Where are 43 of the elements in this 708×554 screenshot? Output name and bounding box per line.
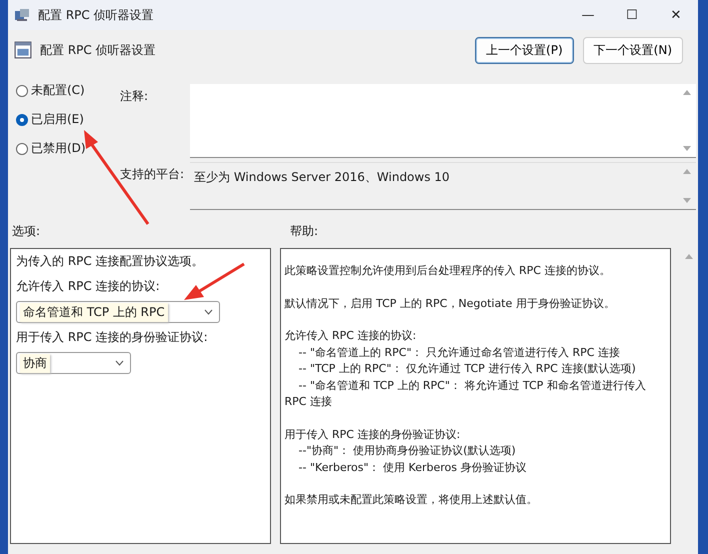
scroll-down-icon[interactable]: [683, 146, 691, 151]
policy-title: 配置 RPC 侦听器设置: [40, 42, 157, 58]
close-button[interactable]: ✕: [654, 8, 698, 22]
scroll-up-icon[interactable]: [683, 90, 691, 95]
policy-icon: [14, 41, 32, 59]
help-text: 用于传入 RPC 连接的身份验证协议:: [284, 426, 462, 442]
app-icon: [14, 7, 30, 23]
radio-label[interactable]: 已禁用(D): [31, 140, 86, 157]
platform-field: 至少为 Windows Server 2016、Windows 10: [190, 162, 696, 210]
radio-button[interactable]: [16, 142, 28, 154]
options-label: 选项:: [12, 222, 42, 240]
help-text: 允许传入 RPC 连接的协议:: [284, 328, 418, 344]
scroll-up-icon[interactable]: [683, 169, 691, 174]
radio-label[interactable]: 未配置(C): [31, 82, 85, 99]
scroll-down-icon[interactable]: [683, 198, 691, 203]
radio-label[interactable]: 已启用(E): [31, 111, 84, 128]
window-title: 配置 RPC 侦听器设置: [38, 6, 155, 24]
help-text: -- "Kerberos"： 使用 Kerberos 身份验证协议: [298, 460, 528, 476]
platform-label: 支持的平台:: [120, 166, 186, 183]
dropdown[interactable]: 命名管道和 TCP 上的 RPC: [16, 301, 220, 323]
option-text: 允许传入 RPC 连接的协议:: [16, 278, 160, 295]
option-text: 为传入的 RPC 连接配置协议选项。: [16, 253, 204, 270]
help-text: --"协商"： 使用协商身份验证协议(默认选项): [298, 443, 517, 459]
help-label: 帮助:: [290, 222, 318, 240]
previous-setting-button[interactable]: 上一个设置(P): [475, 36, 574, 64]
chevron-icon: [115, 360, 124, 366]
chevron-icon: [204, 309, 213, 315]
help-text: 如果禁用或未配置此策略设置，将使用上述默认值。: [284, 492, 539, 508]
minimize-button[interactable]: —: [566, 8, 610, 22]
help-text: -- "命名管道上的 RPC"： 只允许通过命名管道进行传入 RPC 连接: [298, 344, 621, 360]
help-text: -- "命名管道和 TCP 上的 RPC"： 将允许通过 TCP 和命名管道进行传入 RPC 连接: [284, 378, 647, 410]
maximize-button[interactable]: ☐: [610, 8, 654, 22]
option-text: 用于传入 RPC 连接的身份验证协议:: [16, 329, 208, 346]
dropdown[interactable]: 协商: [16, 352, 131, 374]
radio-button[interactable]: [16, 84, 28, 96]
next-setting-button[interactable]: 下一个设置(N): [582, 36, 683, 64]
help-text: 此策略设置控制允许使用到后台处理程序的传入 RPC 连接的协议。: [284, 263, 612, 279]
comment-label: 注释:: [120, 88, 150, 105]
scroll-up-icon[interactable]: [685, 254, 694, 259]
comment-field[interactable]: [190, 84, 696, 158]
help-text: -- "TCP 上的 RPC"： 仅允许通过 TCP 进行传入 RPC 连接(默认选项): [298, 361, 637, 377]
help-text: 默认情况下，启用 TCP 上的 RPC，Negotiate 用于身份验证协议。: [284, 296, 616, 312]
radio-button[interactable]: [16, 114, 28, 126]
